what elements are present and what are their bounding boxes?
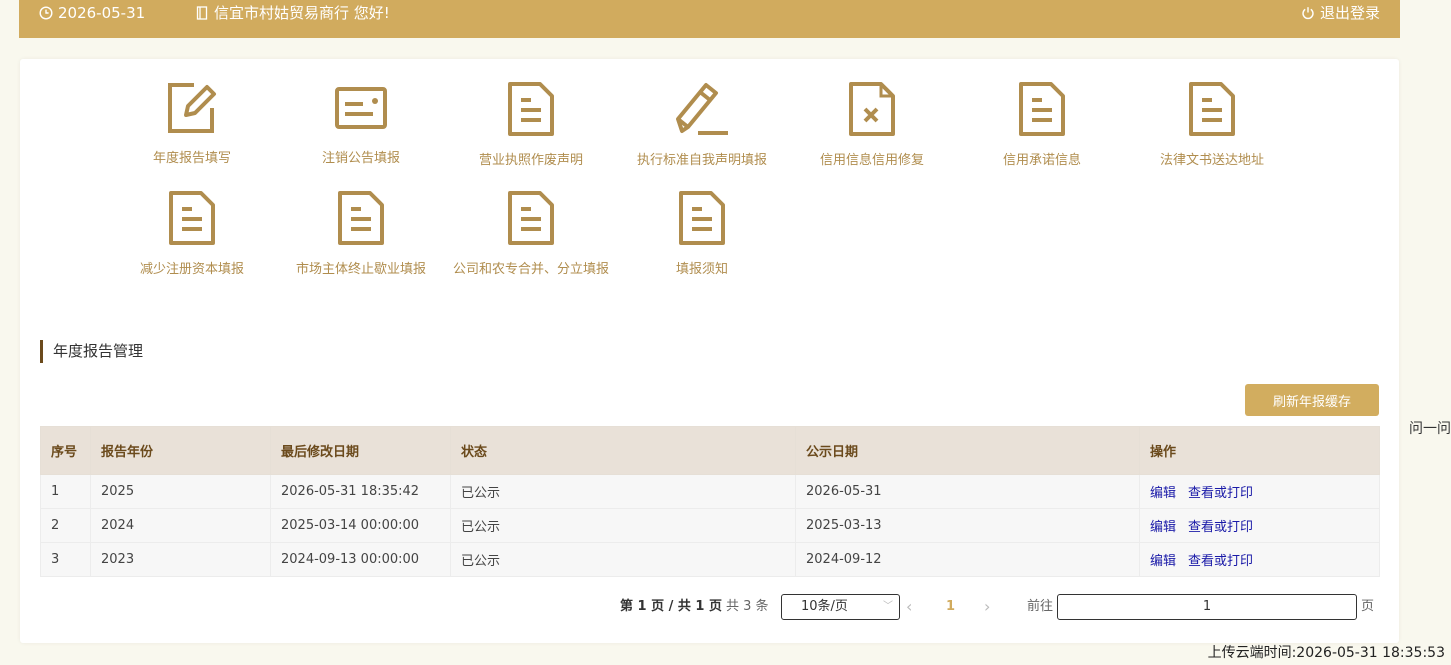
document-icon [169,191,215,245]
upload-time: 上传云端时间:2026-05-31 18:35:53 [1207,645,1445,661]
document-icon [679,191,725,245]
chevron-down-icon: ﹀ [883,601,893,612]
table-header-row: 序号 报告年份 最后修改日期 状态 公示日期 操作 [40,426,1380,475]
col-header-modified: 最后修改日期 [270,426,451,475]
prev-page-button[interactable]: ‹ [906,594,912,620]
edit-link[interactable]: 编辑 [1150,520,1176,535]
document-icon [1189,82,1235,136]
pager-summary: 第 1 页 / 共 1 页 [620,599,722,614]
page-size-select[interactable]: 10条/页 ﹀ [781,594,900,620]
goto-page-input[interactable]: 1 [1057,594,1357,620]
refresh-cache-button[interactable]: 刷新年报缓存 [1245,384,1379,416]
cell-actions: 编辑 查看或打印 [1139,542,1380,577]
edit-link[interactable]: 编辑 [1150,486,1176,501]
col-header-publish-date: 公示日期 [795,426,1140,475]
pen-icon [676,83,728,135]
logout-button[interactable]: 退出登录 [1301,0,1380,26]
cell-year: 2025 [90,474,271,509]
page-number-current[interactable]: 1 [946,594,955,620]
top-header-bar: 2026-05-31 信宜市村姑贸易商行 您好! 退出登录 [19,0,1400,38]
menu-tile-capital-reduction[interactable]: 减少注册资本填报 [107,190,277,277]
col-header-year: 报告年份 [90,426,271,475]
cell-modified: 2025-03-14 00:00:00 [270,508,451,543]
menu-tile-label: 公司和农专合并、分立填报 [452,262,609,277]
menu-tile-label: 信用承诺信息 [1002,153,1081,168]
menu-tile-filing-notes[interactable]: 填报须知 [617,190,787,277]
cell-publish-date: 2026-05-31 [795,474,1140,509]
header-date-text: 2026-05-31 [58,4,146,22]
menu-tile-label: 信用信息信用修复 [819,153,924,168]
header-date: 2026-05-31 [39,0,145,26]
view-print-link[interactable]: 查看或打印 [1188,520,1253,535]
cell-modified: 2024-09-13 00:00:00 [270,542,451,577]
clock-icon [39,6,53,20]
section-title: 年度报告管理 [40,340,143,363]
menu-tile-label: 减少注册资本填报 [139,262,244,277]
header-greeting-text: 信宜市村姑贸易商行 您好! [214,4,390,22]
menu-tile-credit-repair[interactable]: 信用信息信用修复 [787,81,957,168]
logout-label: 退出登录 [1319,4,1380,22]
pager-total: 共 3 条 [726,599,769,614]
menu-tile-license-void[interactable]: 营业执照作废声明 [446,81,616,168]
menu-tile-termination[interactable]: 市场主体终止歇业填报 [276,190,446,277]
cell-publish-date: 2025-03-13 [795,508,1140,543]
goto-label: 前往 [1027,599,1054,614]
table-row: 2 2024 2025-03-14 00:00:00 已公示 2025-03-1… [40,508,1380,543]
cell-year: 2023 [90,542,271,577]
menu-tile-annual-report[interactable]: 年度报告填写 [107,81,277,166]
cell-status: 已公示 [450,542,796,577]
cell-status: 已公示 [450,508,796,543]
table-row: 3 2023 2024-09-13 00:00:00 已公示 2024-09-1… [40,542,1380,577]
menu-tile-label: 年度报告填写 [152,151,231,166]
view-print-link[interactable]: 查看或打印 [1188,554,1253,569]
document-icon [508,191,554,245]
menu-tile-standard-declaration[interactable]: 执行标准自我声明填报 [617,81,787,168]
cell-no: 3 [40,542,91,577]
page-size-value: 10条/页 [801,599,848,614]
edit-link[interactable]: 编辑 [1150,554,1176,569]
next-page-button[interactable]: › [984,594,990,620]
power-icon [1302,7,1314,20]
book-icon [196,6,208,20]
page-unit-label: 页 [1361,599,1375,614]
edit-icon [168,83,216,133]
menu-tile-credit-commitment[interactable]: 信用承诺信息 [957,81,1127,168]
menu-tile-legal-address[interactable]: 法律文书送达地址 [1127,81,1297,168]
annual-report-table: 序号 报告年份 最后修改日期 状态 公示日期 操作 1 2025 2026-05… [40,426,1380,577]
document-x-icon [849,82,895,136]
col-header-no: 序号 [40,426,91,475]
view-print-link[interactable]: 查看或打印 [1188,486,1253,501]
table-row: 1 2025 2026-05-31 18:35:42 已公示 2026-05-3… [40,474,1380,509]
document-icon [508,82,554,136]
cell-year: 2024 [90,508,271,543]
menu-tile-label: 填报须知 [675,262,728,277]
menu-tile-label: 注销公告填报 [321,151,400,166]
cell-actions: 编辑 查看或打印 [1139,508,1380,543]
menu-tile-merger-split[interactable]: 公司和农专合并、分立填报 [446,190,616,277]
card-icon [335,87,387,129]
menu-tile-label: 营业执照作废声明 [478,153,583,168]
menu-tile-label: 执行标准自我声明填报 [636,153,767,168]
main-card: 年度报告填写 注销公告填报 营业执照作废声明 执行标准自我声明填报 信用信息信用… [20,59,1399,643]
header-greeting: 信宜市村姑贸易商行 您好! [196,0,390,26]
cell-publish-date: 2024-09-12 [795,542,1140,577]
menu-tile-label: 法律文书送达地址 [1159,153,1264,168]
menu-tile-label: 市场主体终止歇业填报 [295,262,426,277]
menu-tile-cancel-notice[interactable]: 注销公告填报 [276,81,446,166]
ask-assistant-link[interactable]: 问一问 [1409,418,1451,438]
document-icon [338,191,384,245]
cell-no: 2 [40,508,91,543]
cell-actions: 编辑 查看或打印 [1139,474,1380,509]
cell-modified: 2026-05-31 18:35:42 [270,474,451,509]
cell-no: 1 [40,474,91,509]
document-icon [1019,82,1065,136]
col-header-actions: 操作 [1139,426,1380,475]
col-header-status: 状态 [450,426,796,475]
cell-status: 已公示 [450,474,796,509]
